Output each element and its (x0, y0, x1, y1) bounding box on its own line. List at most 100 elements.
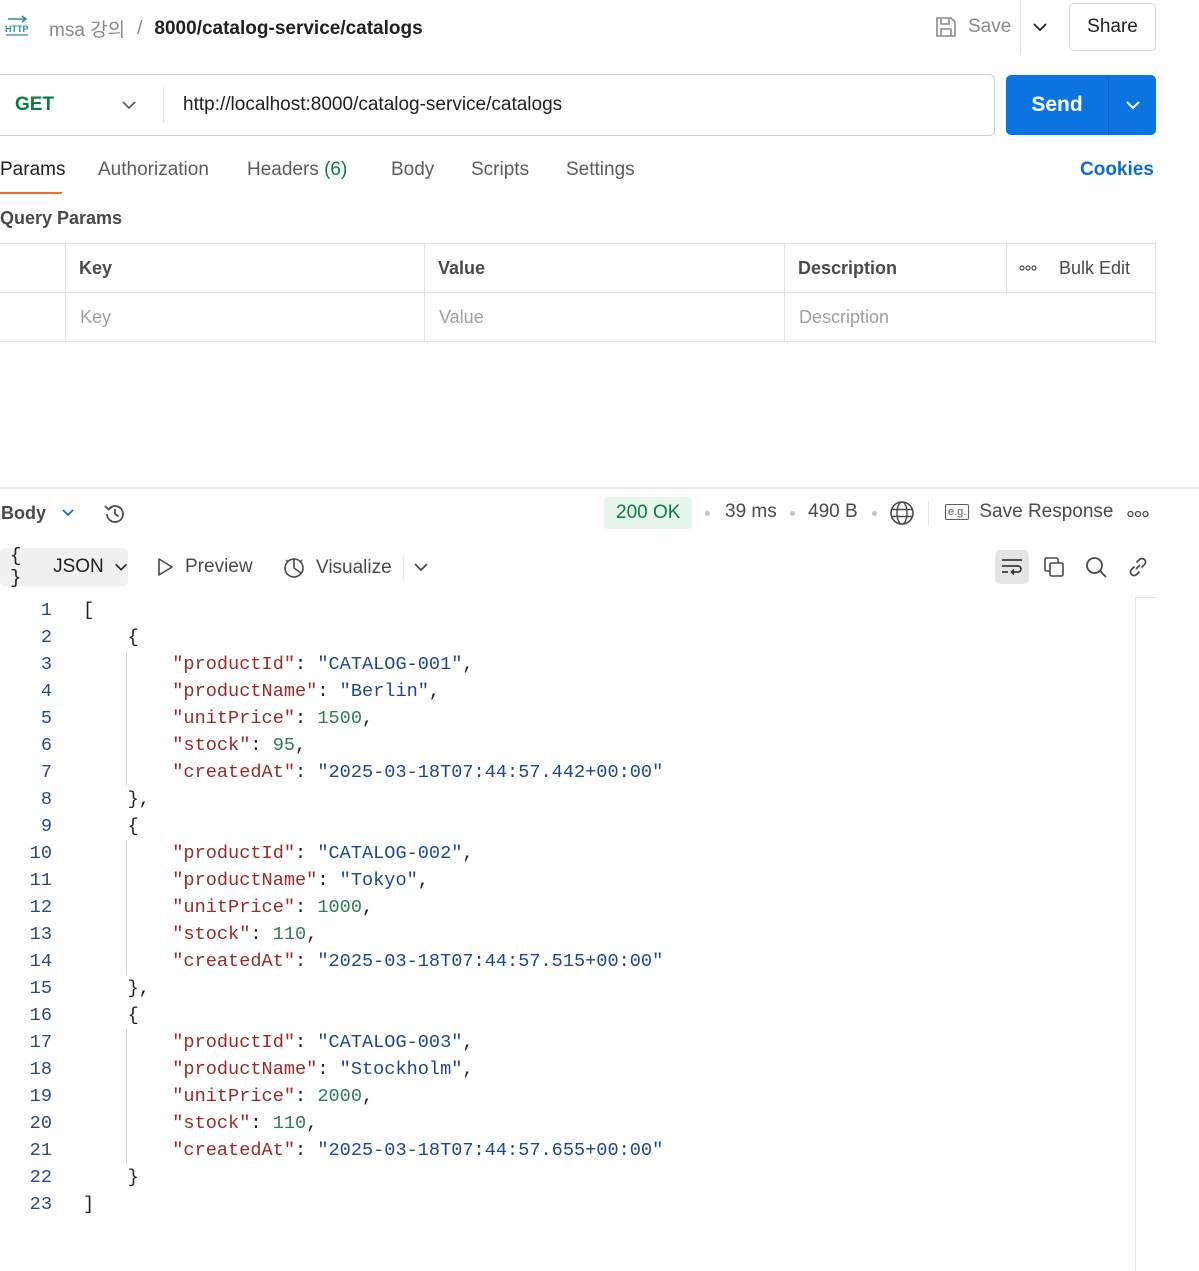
json-punctuation (83, 762, 172, 783)
json-punctuation: : (295, 951, 318, 972)
link-button[interactable] (1121, 550, 1155, 584)
indent-guide (126, 1029, 127, 1164)
save-button[interactable]: Save (934, 12, 1011, 42)
tab-authorization[interactable]: Authorization (98, 159, 209, 181)
column-header-key: Key (65, 244, 424, 293)
code-line: 16 { (0, 1002, 1136, 1029)
json-punctuation: : (295, 1086, 318, 1107)
response-bar: Body 200 OK 39 ms 490 B e.g. Save Respon… (0, 495, 1199, 531)
tab-body[interactable]: Body (391, 159, 434, 181)
search-button[interactable] (1079, 550, 1113, 584)
json-key: "stock" (172, 735, 251, 756)
editor-scrollbar[interactable] (1135, 597, 1136, 1271)
json-key: "stock" (172, 924, 251, 945)
code-line: 4 "productName": "Berlin", (0, 678, 1136, 705)
preview-button[interactable]: Preview (155, 556, 253, 578)
json-key: "createdAt" (172, 762, 296, 783)
tab-headers[interactable]: Headers (6) (247, 159, 347, 181)
code-line: 18 "productName": "Stockholm", (0, 1056, 1136, 1083)
json-key: "unitPrice" (172, 708, 296, 729)
visualize-icon (284, 558, 304, 578)
code-text: "stock": 110, (83, 1110, 317, 1137)
response-body-editor[interactable]: 1[2 {3 "productId": "CATALOG-001", 4 "pro… (0, 597, 1136, 1218)
json-punctuation: , (428, 681, 441, 702)
response-size[interactable]: 490 B (808, 501, 858, 523)
json-punctuation (83, 843, 172, 864)
bulk-edit-button[interactable]: Bulk Edit (1059, 244, 1130, 293)
json-punctuation: , (361, 897, 374, 918)
json-key: "createdAt" (172, 951, 296, 972)
history-icon[interactable] (102, 501, 128, 527)
send-button[interactable]: Send (1006, 75, 1108, 135)
save-response-button[interactable]: e.g. Save Response (945, 501, 1114, 523)
response-section-label[interactable]: Body (1, 503, 46, 524)
json-punctuation: }, (83, 978, 150, 999)
pane-divider[interactable] (0, 487, 1199, 489)
code-line: 3 "productId": "CATALOG-001", (0, 651, 1136, 678)
request-title[interactable]: 8000/catalog-service/catalogs (154, 18, 422, 40)
share-button[interactable]: Share (1069, 3, 1156, 51)
code-text: ] (83, 1191, 94, 1218)
copy-button[interactable] (1037, 550, 1071, 584)
save-icon (936, 17, 956, 37)
json-number: 110 (272, 1113, 307, 1134)
description-input[interactable]: Description (784, 293, 1156, 342)
json-punctuation (83, 681, 172, 702)
code-text: "productName": "Stockholm", (83, 1056, 473, 1083)
format-select[interactable]: { } JSON (0, 545, 128, 589)
http-icon: HTTP (5, 15, 29, 36)
headers-count: (6) (324, 159, 348, 180)
table-header-row: Key Value Description Bulk Edit (0, 244, 1156, 293)
code-line: 20 "stock": 110, (0, 1110, 1136, 1137)
tab-settings[interactable]: Settings (566, 159, 635, 181)
key-input[interactable]: Key (65, 293, 424, 342)
code-text: "productName": "Berlin", (83, 678, 440, 705)
chevron-down-icon[interactable] (121, 93, 137, 117)
save-options-button[interactable] (1027, 14, 1053, 40)
method-select[interactable]: GET (15, 75, 54, 135)
line-number: 8 (40, 789, 52, 810)
code-line: 19 "unitPrice": 2000, (0, 1083, 1136, 1110)
json-string: "Stockholm" (339, 1059, 463, 1080)
play-icon (158, 558, 173, 576)
divider (928, 501, 929, 525)
url-input[interactable] (183, 75, 973, 135)
json-key: "productName" (172, 681, 318, 702)
json-string: "Tokyo" (339, 870, 418, 891)
value-input[interactable]: Value (424, 293, 784, 342)
json-number: 1500 (317, 708, 362, 729)
json-braces-icon: { } (10, 545, 23, 589)
code-line: 10 "productId": "CATALOG-002", (0, 840, 1136, 867)
more-options-icon[interactable] (1127, 510, 1149, 518)
json-punctuation: { (83, 627, 139, 648)
code-text: { (83, 624, 139, 651)
preview-label: Preview (185, 556, 253, 577)
line-number: 12 (29, 897, 52, 918)
send-button-group: Send (1006, 75, 1156, 135)
send-options-button[interactable] (1109, 75, 1156, 135)
tab-params[interactable]: Params (0, 159, 65, 181)
code-text: { (83, 813, 139, 840)
status-badge[interactable]: 200 OK (604, 497, 693, 529)
cookies-link[interactable]: Cookies (1080, 159, 1154, 181)
request-tabs: Params Authorization Headers (6) Body Sc… (0, 155, 1199, 195)
search-icon (1086, 557, 1107, 578)
svg-text:HTTP: HTTP (5, 24, 29, 34)
line-number: 17 (29, 1032, 52, 1053)
code-text: }, (83, 975, 150, 1002)
response-format-bar: { } JSON Preview Visualize (0, 545, 1199, 589)
json-punctuation: : (317, 1059, 340, 1080)
breadcrumb-collection[interactable]: msa 강의 (49, 15, 125, 42)
chevron-down-icon[interactable] (412, 558, 430, 576)
code-line: 7 "createdAt": "2025-03-18T07:44:57.442+… (0, 759, 1136, 786)
code-text: "stock": 110, (83, 921, 317, 948)
tab-scripts[interactable]: Scripts (471, 159, 529, 181)
more-options-icon[interactable] (1019, 263, 1037, 273)
line-number: 21 (29, 1140, 52, 1161)
wrap-lines-button[interactable] (995, 550, 1029, 584)
visualize-button[interactable]: Visualize (282, 556, 392, 580)
chevron-down-icon[interactable] (60, 505, 76, 521)
response-time[interactable]: 39 ms (725, 501, 777, 523)
globe-icon[interactable] (889, 500, 915, 526)
json-punctuation (83, 1086, 172, 1107)
